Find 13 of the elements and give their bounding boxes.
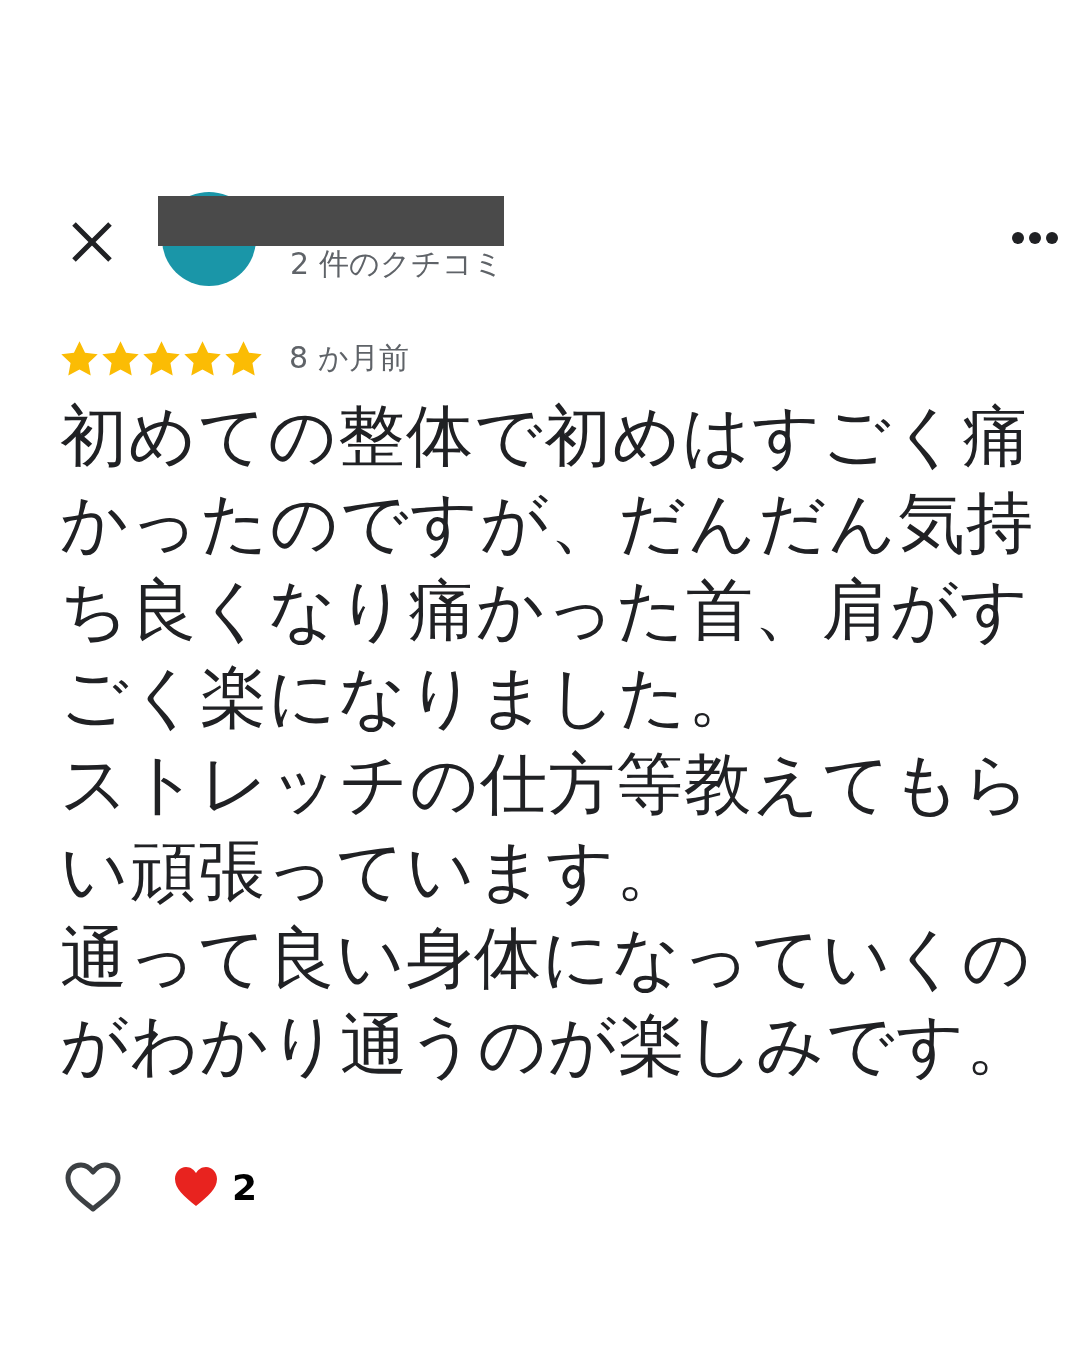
reaction-count: 2	[232, 1166, 258, 1208]
star-icon	[142, 339, 181, 378]
star-icon	[101, 339, 140, 378]
star-icon	[183, 339, 222, 378]
more-options-button[interactable]	[1010, 230, 1060, 246]
review-text: 通って良い身体になっていくのがわかり通うのが楽しみです。	[60, 918, 1035, 1086]
review-time: 8 か月前	[289, 339, 409, 377]
heart-icon	[174, 1166, 218, 1208]
star-icon	[224, 339, 263, 378]
star-icon	[60, 339, 99, 378]
review-text: ストレッチの仕方等教えてもらい頑張っています。	[60, 744, 1033, 912]
review-count: 2 件のクチコミ	[290, 245, 504, 283]
review-text: 初めての整体で初めはすごく痛かったのですが、だんだん気持ち良くなり痛かった首、肩がすごく楽になりました。	[60, 396, 1035, 738]
